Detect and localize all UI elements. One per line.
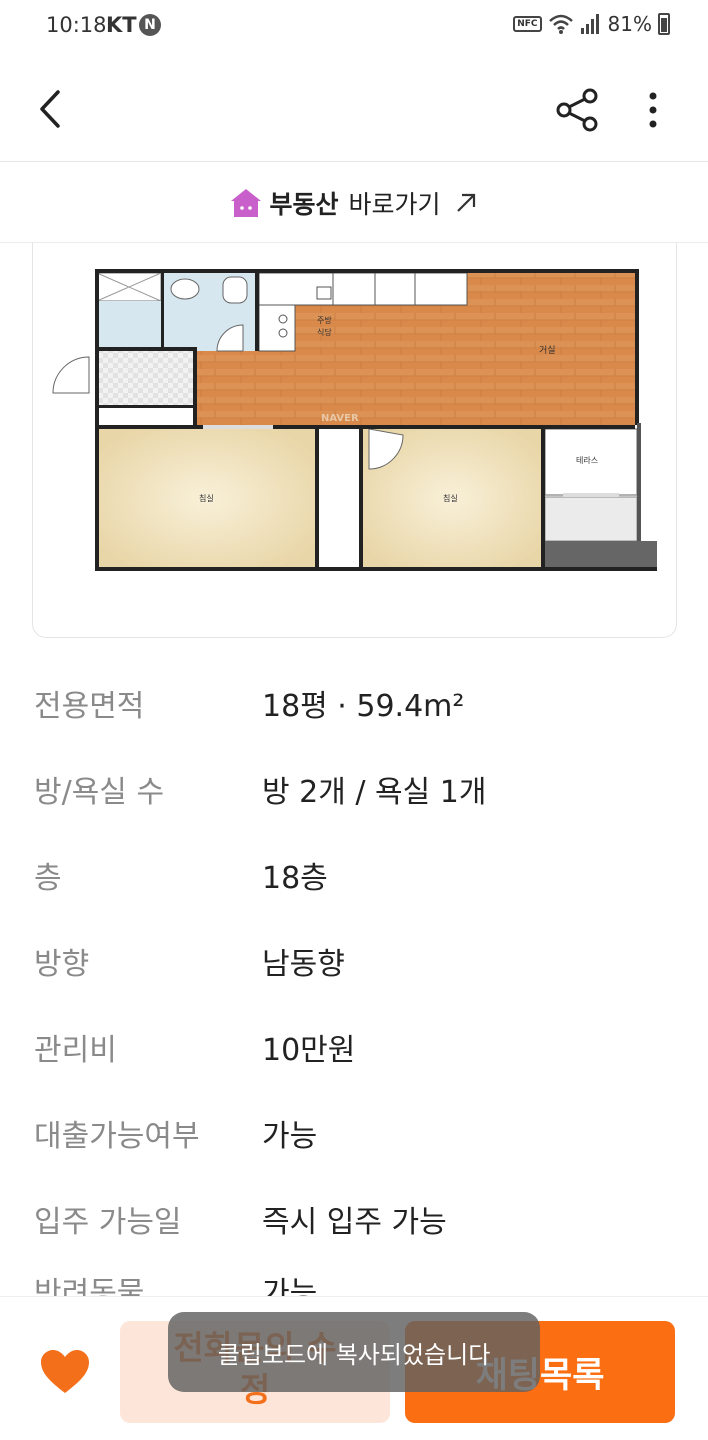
house-icon [231,188,262,217]
watermark-text: NAVER [321,413,359,424]
detail-label: 관리비 [34,1033,117,1068]
shortcut-text: 바로가기 [348,189,441,219]
kitchen-label-2: 식당 [317,327,332,337]
detail-value: 즉시 입주 가능 [262,1205,447,1240]
status-icons: NFC 81% [513,12,670,36]
status-time: 10:18 [46,13,107,37]
detail-label: 입주 가능일 [34,1205,182,1240]
detail-label: 대출가능여부 [34,1119,200,1154]
detail-row-floor: 층 18층 [34,832,674,918]
property-details: 전용면적 18평 · 59.4m² 방/욕실 수 방 2개 / 욕실 1개 층 … [34,660,674,1302]
wifi-icon [548,14,573,34]
detail-label: 전용면적 [34,689,145,724]
detail-row-direction: 방향 남동향 [34,918,674,1004]
kitchen-label-1: 주방 [317,315,332,325]
detail-row-area: 전용면적 18평 · 59.4m² [34,660,674,746]
detail-label: 방/욕실 수 [34,775,165,810]
living-label: 거실 [539,345,556,356]
external-arrow-icon [456,193,475,212]
detail-row-loan: 대출가능여부 가능 [34,1090,674,1176]
detail-value: 남동향 [262,947,345,982]
toast-text: 클립보드에 복사되었습니다 [217,1340,491,1369]
floor-plan-card: 주방 식당 거실 테라스 침실 침실 NAVER [32,243,677,638]
app-bar [0,56,708,162]
battery-text: 81% [607,12,652,36]
bedroom-right-label: 침실 [443,493,458,503]
clipboard-toast: 클립보드에 복사되었습니다 [168,1312,540,1392]
detail-row-rooms: 방/욕실 수 방 2개 / 욕실 1개 [34,746,674,832]
detail-value: 18층 [262,861,328,896]
back-chevron-icon[interactable] [28,84,78,134]
real-estate-shortcut[interactable]: 부동산 바로가기 [0,163,708,243]
terrace-label: 테라스 [576,456,598,465]
detail-label: 방향 [34,947,90,982]
share-icon[interactable] [550,82,606,138]
status-carrier: KT [106,13,137,37]
detail-value: 가능 [262,1119,318,1154]
status-bar: 10:18 KT N NFC 81% [0,0,708,56]
detail-label: 층 [34,861,62,896]
detail-row-move-in: 입주 가능일 즉시 입주 가능 [34,1176,674,1262]
more-vertical-icon[interactable] [632,82,674,138]
bedroom-left-label: 침실 [199,493,214,503]
detail-value: 10만원 [262,1033,356,1068]
notification-badge: N [139,14,161,36]
battery-icon [658,13,670,35]
detail-value: 18평 · 59.4m² [262,689,465,724]
shortcut-brand: 부동산 [269,189,339,219]
heart-icon[interactable] [38,1347,92,1397]
detail-value: 방 2개 / 욕실 1개 [262,775,487,810]
nfc-icon: NFC [513,16,542,32]
floor-plan-image: 주방 식당 거실 테라스 침실 침실 NAVER [52,269,657,571]
detail-row-maintenance: 관리비 10만원 [34,1004,674,1090]
signal-icon [580,14,599,34]
